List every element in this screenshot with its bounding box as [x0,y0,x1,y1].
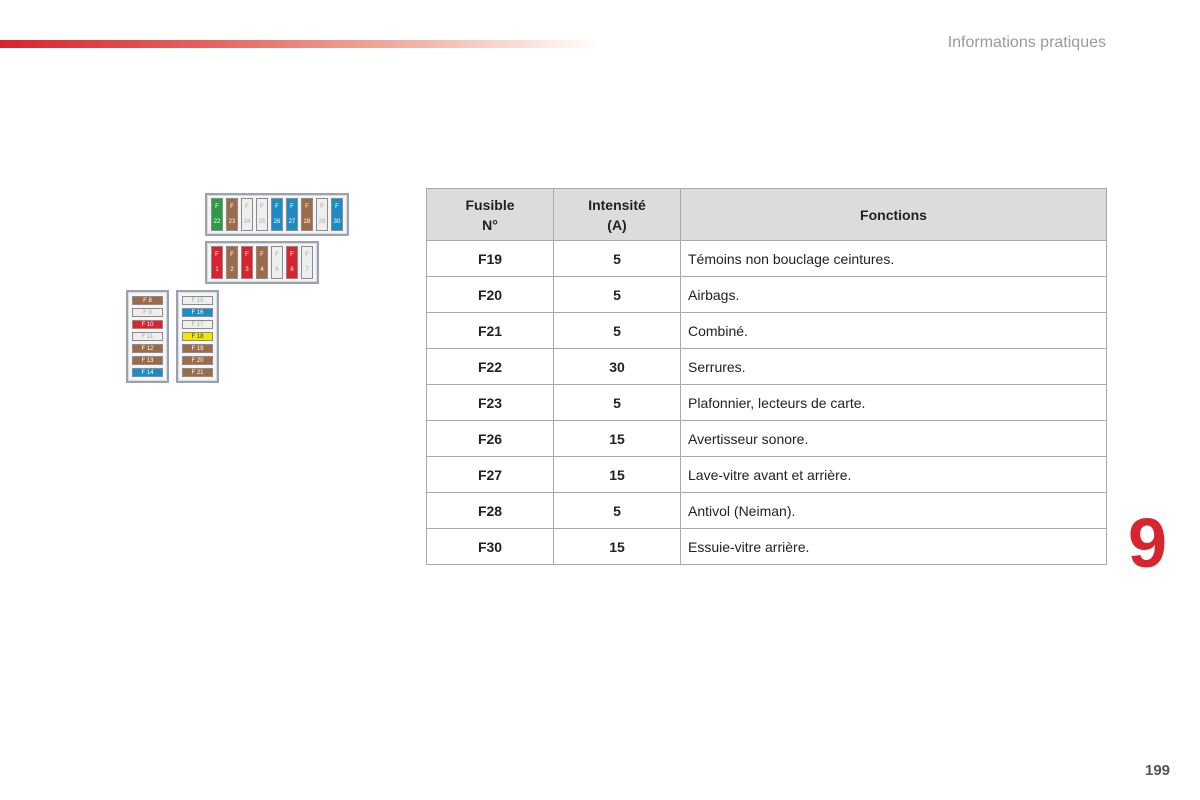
fuse-f15: F 15 [182,296,213,305]
table-header-row: Fusible N° Intensité (A) Fonctions [426,188,1107,241]
fuse-f3: F3 [241,246,253,279]
table-row: F27 15 Lave-vitre avant et arrière. [426,456,1107,493]
table-row: F20 5 Airbags. [426,276,1107,313]
cell-fuse: F27 [426,456,554,493]
fuse-f28: F 28 [301,198,313,231]
cell-function: Plafonnier, lecteurs de carte. [680,384,1107,421]
fuse-f19: F 19 [182,344,213,353]
cell-intensity: 5 [553,276,681,313]
fuse-row-top: F 22 F 23 F 24 F 25 F 26 F 27 F 28 F 29 F 30 [207,195,347,234]
fuse-table: Fusible N° Intensité (A) Fonctions F19 5 T… [426,188,1107,565]
fuse-block-middle: F1F2F3F4F5F6F7 [205,241,319,284]
cell-fuse: F30 [426,528,554,565]
fuse-f6: F6 [286,246,298,279]
fuse-block-top: F 22 F 23 F 24 F 25 F 26 F 27 F 28 F 29 F 30 [205,193,349,236]
cell-fuse: F26 [426,420,554,457]
cell-intensity: 5 [553,312,681,349]
fuse-f26: F 26 [271,198,283,231]
cell-intensity: 5 [553,492,681,529]
cell-intensity: 15 [553,528,681,565]
fuse-f18: F 18 [182,332,213,341]
cell-fuse: F21 [426,312,554,349]
cell-fuse: F23 [426,384,554,421]
fuse-block-left: F 8 F 9 F 10 F 11 F 12 F 13 F 14 [126,290,169,383]
table-row: F22 30 Serrures. [426,348,1107,385]
cell-function: Lave-vitre avant et arrière. [680,456,1107,493]
cell-intensity: 15 [553,420,681,457]
fuse-column-left: F 8 F 9 F 10 F 11 F 12 F 13 F 14 [128,292,167,381]
header-intensity: Intensité (A) [553,188,681,241]
table-row: F21 5 Combiné. [426,312,1107,349]
cell-fuse: F22 [426,348,554,385]
fuse-f30: F 30 [331,198,343,231]
cell-function: Serrures. [680,348,1107,385]
fuse-f25: F 25 [256,198,268,231]
fuse-f7: F7 [301,246,313,279]
fuse-f13: F 13 [132,356,163,365]
table-row: F28 5 Antivol (Neiman). [426,492,1107,529]
fuse-f20: F 20 [182,356,213,365]
cell-fuse: F28 [426,492,554,529]
table-row: F26 15 Avertisseur sonore. [426,420,1107,457]
table-row: F23 5 Plafonnier, lecteurs de carte. [426,384,1107,421]
cell-intensity: 5 [553,240,681,277]
cell-function: Airbags. [680,276,1107,313]
page-number: 199 [1145,762,1171,779]
header-functions: Fonctions [680,188,1107,241]
fuse-f27: F 27 [286,198,298,231]
fuse-f21: F 21 [182,368,213,377]
section-title: Informations pratiques [947,34,1106,51]
fuse-column-right: F 15 F 16 F 17 F 18 F 19 F 20 F 21 [178,292,217,381]
cell-fuse: F20 [426,276,554,313]
cell-function: Avertisseur sonore. [680,420,1107,457]
fuse-f4: F4 [256,246,268,279]
fuse-f16: F 16 [182,308,213,317]
fuse-f2: F2 [226,246,238,279]
table-row: F19 5 Témoins non bouclage ceintures. [426,240,1107,277]
fuse-block-right: F 15 F 16 F 17 F 18 F 19 F 20 F 21 [176,290,219,383]
cell-function: Témoins non bouclage ceintures. [680,240,1107,277]
fuse-f14: F 14 [132,368,163,377]
fuse-f11: F 11 [132,332,163,341]
chapter-number: 9 [1128,504,1167,582]
fuse-f8: F 8 [132,296,163,305]
table-body: F19 5 Témoins non bouclage ceintures. F20 5 A… [426,240,1107,565]
cell-intensity: 15 [553,456,681,493]
fuse-f12: F 12 [132,344,163,353]
fuse-f22: F 22 [211,198,223,231]
cell-intensity: 5 [553,384,681,421]
cell-intensity: 30 [553,348,681,385]
fuse-f17: F 17 [182,320,213,329]
header-fuse: Fusible N° [426,188,554,241]
fuse-f10: F 10 [132,320,163,329]
cell-function: Combiné. [680,312,1107,349]
cell-function: Essuie-vitre arrière. [680,528,1107,565]
fuse-f1: F1 [211,246,223,279]
fuse-f5: F5 [271,246,283,279]
cell-function: Antivol (Neiman). [680,492,1107,529]
cell-fuse: F19 [426,240,554,277]
fuse-f23: F 23 [226,198,238,231]
table-row: F30 15 Essuie-vitre arrière. [426,528,1107,565]
fuse-row-middle: F1F2F3F4F5F6F7 [207,243,317,282]
fuse-f24: F 24 [241,198,253,231]
fuse-f9: F 9 [132,308,163,317]
header-accent-bar [0,40,600,48]
fuse-f29: F 29 [316,198,328,231]
